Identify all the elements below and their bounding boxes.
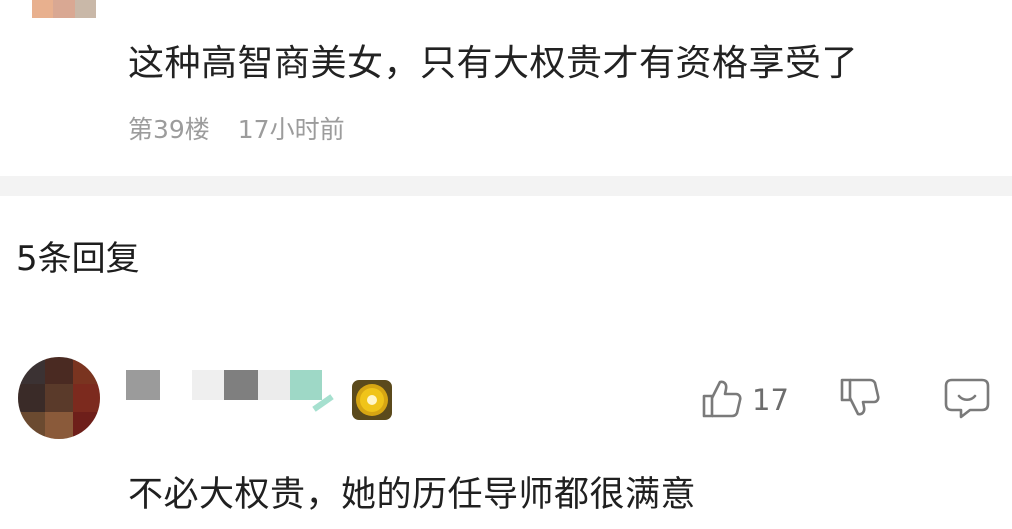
floor-label: 第39楼 bbox=[128, 115, 210, 144]
reply-text: 不必大权贵，她的历任导师都很满意 bbox=[128, 475, 697, 515]
comment-bubble-icon[interactable] bbox=[944, 376, 990, 420]
thumbs-up-icon[interactable] bbox=[700, 376, 744, 420]
time-label: 17小时前 bbox=[237, 115, 345, 144]
section-divider bbox=[0, 176, 1012, 196]
top-comment-text: 这种高智商美女，只有大权贵才有资格享受了 bbox=[128, 43, 859, 84]
sun-badge-icon bbox=[352, 380, 392, 420]
username-blurred[interactable] bbox=[126, 370, 336, 412]
thumbs-down-icon[interactable] bbox=[838, 376, 882, 420]
top-comment-meta: 第39楼 17小时前 bbox=[128, 114, 365, 146]
top-comment-avatar[interactable] bbox=[32, 0, 96, 18]
replies-count-header: 5条回复 bbox=[16, 239, 140, 279]
like-count: 17 bbox=[752, 383, 789, 417]
avatar[interactable] bbox=[18, 357, 100, 439]
